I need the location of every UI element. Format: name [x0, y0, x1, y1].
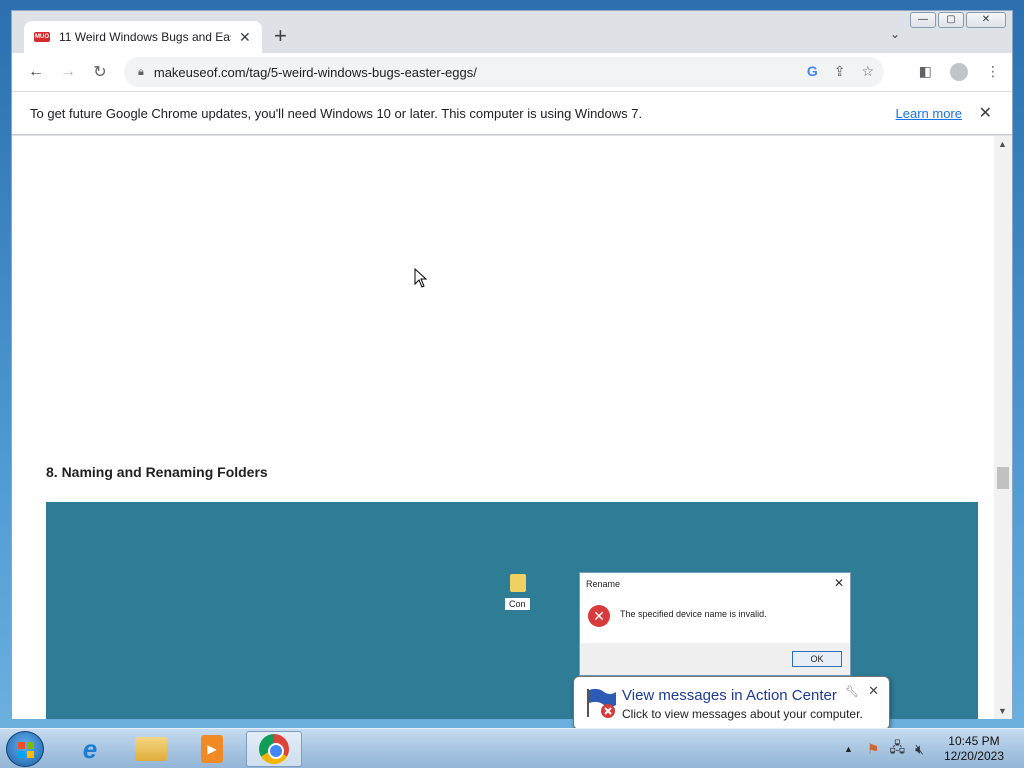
side-panel-icon[interactable]: ◧	[919, 63, 932, 81]
clock-time: 10:45 PM	[948, 734, 1000, 748]
dialog-footer: OK	[580, 643, 850, 675]
scroll-down-arrow-icon[interactable]: ▼	[998, 706, 1007, 716]
profile-avatar-icon[interactable]	[950, 63, 968, 81]
bookmark-star-icon[interactable]: ☆	[861, 63, 874, 80]
balloon-title[interactable]: View messages in Action Center	[622, 687, 837, 704]
balloon-text: Click to view messages about your comput…	[622, 707, 863, 721]
error-icon: ✕	[588, 605, 610, 627]
rename-error-dialog: Rename ✕ ✕ The specified device name is …	[579, 572, 851, 676]
muo-favicon-icon: MUO	[34, 32, 50, 42]
google-icon[interactable]: G	[807, 63, 818, 80]
chrome-icon	[259, 734, 289, 764]
folder-explorer-icon	[135, 737, 167, 761]
page-content: 8. Naming and Renaming Folders Con Renam…	[12, 136, 994, 719]
network-icon[interactable]: 🖧︎	[889, 737, 905, 761]
balloon-close-icon[interactable]: ✕	[868, 683, 879, 699]
action-center-flag-icon	[587, 688, 616, 718]
tab-strip: MUO 11 Weird Windows Bugs and Eas ✕ + ⌄	[12, 11, 1012, 53]
tab-active[interactable]: MUO 11 Weird Windows Bugs and Eas ✕	[24, 21, 262, 53]
dialog-close-icon: ✕	[833, 576, 844, 590]
tab-title: 11 Weird Windows Bugs and Eas	[59, 30, 231, 44]
taskbar: e ▶ ▲ ⚑ 🖧︎ 🔇︎ 10:45 PM 12/20/2023	[0, 728, 1024, 768]
mouse-cursor-icon	[414, 267, 428, 293]
back-arrow-icon[interactable]: ←	[20, 63, 52, 81]
reload-icon[interactable]: ↻	[84, 62, 116, 82]
dialog-title: Rename	[586, 579, 621, 589]
infobar-text: To get future Google Chrome updates, you…	[30, 105, 643, 121]
tab-search-chevron-icon[interactable]: ⌄	[890, 27, 900, 41]
taskbar-internet-explorer[interactable]: e	[62, 731, 118, 767]
menu-kebab-icon[interactable]: ⋮	[986, 63, 1000, 81]
url-text: makeuseof.com/tag/5-weird-windows-bugs-e…	[153, 64, 477, 80]
learn-more-link[interactable]: Learn more	[896, 106, 962, 121]
system-tray: ▲ ⚑ 🖧︎ 🔇︎ 10:45 PM 12/20/2023	[844, 729, 1024, 768]
browser-toolbar: ← → ↻ 🔒︎ makeuseof.com/tag/5-weird-windo…	[12, 53, 1012, 91]
update-infobar: To get future Google Chrome updates, you…	[12, 91, 1012, 135]
folder-label: Con	[505, 598, 530, 610]
action-center-tray-icon[interactable]: ⚑	[867, 741, 880, 758]
new-tab-icon[interactable]: +	[274, 25, 287, 47]
scrollbar-thumb[interactable]	[997, 467, 1009, 489]
toolbar-right: ◧ ⋮	[919, 63, 1000, 81]
infobar-close-icon[interactable]: ✕	[979, 103, 992, 123]
internet-explorer-icon: e	[82, 733, 98, 764]
lock-icon[interactable]: 🔒︎	[138, 66, 144, 79]
clock-date: 12/20/2023	[943, 749, 1004, 763]
address-bar[interactable]: 🔒︎ makeuseof.com/tag/5-weird-windows-bug…	[124, 57, 884, 87]
dialog-ok-button: OK	[792, 651, 842, 667]
tab-close-icon[interactable]: ✕	[239, 29, 251, 46]
windows-logo-icon	[18, 742, 34, 758]
share-icon[interactable]: ⇪	[834, 63, 846, 80]
wrench-icon[interactable]: 🔧︎	[845, 685, 859, 698]
chrome-window: — ▢ ✕ MUO 11 Weird Windows Bugs and Eas …	[11, 10, 1013, 719]
taskbar-media-player[interactable]: ▶	[184, 731, 240, 767]
show-hidden-icons-icon[interactable]: ▲	[844, 744, 853, 754]
folder-icon	[510, 574, 526, 592]
clock[interactable]: 10:45 PM 12/20/2023	[944, 734, 1004, 764]
dialog-message: The specified device name is invalid.	[620, 609, 767, 619]
vertical-scrollbar[interactable]: ▲ ▼	[994, 136, 1012, 719]
section-heading: 8. Naming and Renaming Folders	[46, 464, 268, 480]
volume-muted-icon[interactable]: 🔇︎	[915, 741, 924, 758]
forward-arrow-icon[interactable]: →	[52, 63, 84, 81]
taskbar-file-explorer[interactable]	[123, 731, 179, 767]
action-center-balloon[interactable]: View messages in Action Center Click to …	[573, 676, 890, 743]
media-player-icon: ▶	[201, 735, 223, 763]
taskbar-chrome[interactable]	[246, 731, 302, 767]
omnibox-actions: G ⇪ ☆	[807, 63, 874, 80]
scroll-up-arrow-icon[interactable]: ▲	[998, 139, 1007, 149]
start-button[interactable]	[6, 731, 44, 767]
